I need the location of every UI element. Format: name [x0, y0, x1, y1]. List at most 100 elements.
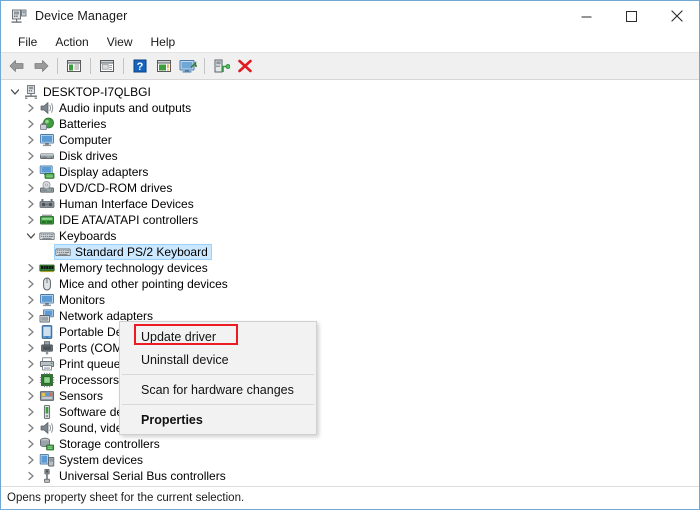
computer-root-icon: [23, 84, 39, 100]
context-menu-separator: [122, 404, 314, 405]
usb-controller-icon: [39, 468, 55, 484]
processor-icon: [39, 372, 55, 388]
chevron-right-icon[interactable]: [23, 132, 39, 148]
chevron-right-icon[interactable]: [23, 148, 39, 164]
chevron-right-icon[interactable]: [23, 260, 39, 276]
chevron-down-icon[interactable]: [23, 228, 39, 244]
chevron-right-icon[interactable]: [23, 116, 39, 132]
tree-item-dvd-cd-rom-drives[interactable]: DVD/CD-ROM drives: [1, 180, 699, 196]
toolbar-separator: [57, 58, 58, 74]
tree-item-label: Human Interface Devices: [59, 196, 194, 212]
tree-item-content: Print queues: [39, 356, 126, 372]
scan-for-hardware-changes-icon[interactable]: [176, 55, 200, 77]
chevron-right-icon[interactable]: [23, 452, 39, 468]
chevron-right-icon[interactable]: [23, 372, 39, 388]
tree-item-processors[interactable]: Processors: [1, 372, 699, 388]
disk-drive-icon: [39, 148, 55, 164]
storage-controller-icon: [39, 436, 55, 452]
status-bar: Opens property sheet for the current sel…: [1, 486, 699, 509]
chevron-right-icon[interactable]: [23, 388, 39, 404]
tree-item-label: Processors: [59, 372, 119, 388]
tree-item-sensors[interactable]: Sensors: [1, 388, 699, 404]
chevron-right-icon[interactable]: [23, 276, 39, 292]
tree-root-row[interactable]: DESKTOP-I7QLBGI: [1, 84, 699, 100]
tree-item-label: Disk drives: [59, 148, 118, 164]
speaker-icon: [39, 100, 55, 116]
tree-item-ports-com-lpt[interactable]: Ports (COM & LPT): [1, 340, 699, 356]
chevron-right-icon[interactable]: [23, 308, 39, 324]
menu-bar: File Action View Help: [1, 31, 699, 53]
help-icon[interactable]: ?: [128, 55, 152, 77]
forward-icon[interactable]: [29, 55, 53, 77]
tree-item-audio-inputs-and-outputs[interactable]: Audio inputs and outputs: [1, 100, 699, 116]
tree-item-memory-technology-devices[interactable]: Memory technology devices: [1, 260, 699, 276]
maximize-icon[interactable]: [609, 1, 654, 31]
menu-action[interactable]: Action: [46, 33, 97, 51]
context-menu-item-properties[interactable]: Properties: [120, 408, 316, 431]
tree-item-label: DVD/CD-ROM drives: [59, 180, 172, 196]
chevron-right-icon[interactable]: [23, 340, 39, 356]
tree-item-computer[interactable]: Computer: [1, 132, 699, 148]
tree-item-storage-controllers[interactable]: Storage controllers: [1, 436, 699, 452]
chevron-right-icon[interactable]: [23, 356, 39, 372]
chevron-right-icon[interactable]: [23, 420, 39, 436]
enable-device-icon[interactable]: [209, 55, 233, 77]
tree-item-content: Processors: [39, 372, 119, 388]
minimize-icon[interactable]: [564, 1, 609, 31]
chevron-right-icon[interactable]: [23, 468, 39, 484]
tree-item-batteries[interactable]: Batteries: [1, 116, 699, 132]
software-device-icon: [39, 404, 55, 420]
device-tree[interactable]: DESKTOP-I7QLBGI Audio inputs and outputs…: [1, 80, 699, 486]
tree-item-human-interface-devices[interactable]: Human Interface Devices: [1, 196, 699, 212]
chevron-down-icon[interactable]: [7, 84, 23, 100]
tree-item-display-adapters[interactable]: Display adapters: [1, 164, 699, 180]
tree-item-content: Mice and other pointing devices: [39, 276, 228, 292]
menu-help[interactable]: Help: [142, 33, 185, 51]
properties-icon[interactable]: [95, 55, 119, 77]
chevron-right-icon[interactable]: [23, 196, 39, 212]
tree-item-standard-ps-2-keyboard[interactable]: Standard PS/2 Keyboard: [1, 244, 699, 260]
portable-device-icon: [39, 324, 55, 340]
menu-file[interactable]: File: [9, 33, 46, 51]
tree-item-software-devices[interactable]: Software devices: [1, 404, 699, 420]
svg-text:?: ?: [137, 61, 144, 73]
sensor-icon: [39, 388, 55, 404]
chevron-right-icon[interactable]: [23, 404, 39, 420]
context-menu[interactable]: Update driver Uninstall device Scan for …: [119, 321, 317, 435]
tree-item-content: Computer: [39, 132, 112, 148]
context-menu-item-uninstall-device[interactable]: Uninstall device: [120, 348, 316, 371]
tree-item-system-devices[interactable]: System devices: [1, 452, 699, 468]
tree-item-mice-and-other-pointing-devices[interactable]: Mice and other pointing devices: [1, 276, 699, 292]
tree-item-network-adapters[interactable]: Network adapters: [1, 308, 699, 324]
back-icon[interactable]: [5, 55, 29, 77]
tree-item-monitors[interactable]: Monitors: [1, 292, 699, 308]
menu-view[interactable]: View: [98, 33, 142, 51]
chevron-right-icon[interactable]: [23, 164, 39, 180]
battery-icon: [39, 116, 55, 132]
update-driver-icon[interactable]: [152, 55, 176, 77]
tree-item-label: Display adapters: [59, 164, 148, 180]
tree-item-universal-serial-bus-controllers[interactable]: Universal Serial Bus controllers: [1, 468, 699, 484]
chevron-right-icon[interactable]: [23, 324, 39, 340]
chevron-right-icon[interactable]: [23, 100, 39, 116]
tree-item-label: Keyboards: [59, 228, 116, 244]
chevron-right-icon[interactable]: [23, 292, 39, 308]
tree-item-disk-drives[interactable]: Disk drives: [1, 148, 699, 164]
uninstall-device-icon[interactable]: [233, 55, 257, 77]
context-menu-item-update-driver[interactable]: Update driver: [120, 325, 316, 348]
chevron-right-icon[interactable]: [23, 180, 39, 196]
tree-item-keyboards[interactable]: Keyboards: [1, 228, 699, 244]
close-icon[interactable]: [654, 1, 699, 31]
system-device-icon: [39, 452, 55, 468]
tree-item-sound-video-and-game-controllers[interactable]: Sound, video and game controllers: [1, 420, 699, 436]
tree-item-portable-devices[interactable]: Portable Devices: [1, 324, 699, 340]
tree-item-print-queues[interactable]: Print queues: [1, 356, 699, 372]
toolbar-separator: [204, 58, 205, 74]
tree-item-label: Computer: [59, 132, 112, 148]
chevron-right-icon[interactable]: [23, 212, 39, 228]
chevron-right-icon[interactable]: [23, 436, 39, 452]
tree-item-ide-ata-atapi-controllers[interactable]: IDE ATA/ATAPI controllers: [1, 212, 699, 228]
optical-drive-icon: [39, 180, 55, 196]
context-menu-item-scan-for-hardware-changes[interactable]: Scan for hardware changes: [120, 378, 316, 401]
show-hide-console-tree-icon[interactable]: [62, 55, 86, 77]
